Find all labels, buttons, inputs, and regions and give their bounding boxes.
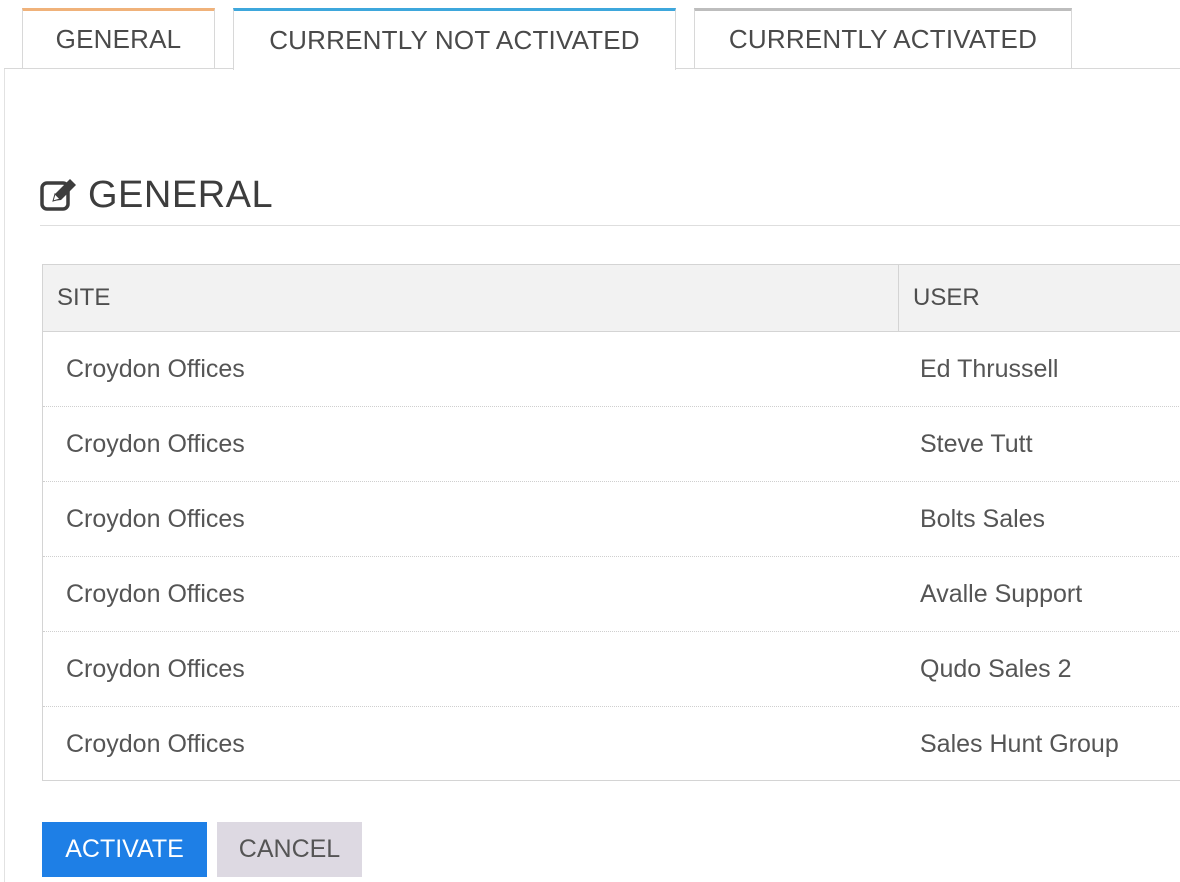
cell-user: Qudo Sales 2 bbox=[920, 654, 1072, 683]
section-divider bbox=[40, 225, 1180, 226]
cell-user: Avalle Support bbox=[920, 579, 1083, 608]
cell-site: Croydon Offices bbox=[66, 429, 245, 458]
tab-currently-activated-label: CURRENTLY ACTIVATED bbox=[728, 24, 1038, 54]
cell-user: Bolts Sales bbox=[920, 504, 1046, 533]
cell-user: Ed Thrussell bbox=[920, 354, 1059, 383]
table-row[interactable]: Croydon Offices Avalle Support bbox=[43, 557, 1180, 632]
table-row[interactable]: Croydon Offices Steve Tutt bbox=[43, 407, 1180, 482]
users-table: SITE USER Croydon Offices Ed Thrussell C… bbox=[42, 264, 1180, 781]
section-heading: GENERAL bbox=[40, 172, 273, 218]
table-header: SITE USER bbox=[43, 265, 1180, 332]
cell-site: Croydon Offices bbox=[66, 654, 245, 683]
tab-currently-not-activated-label: CURRENTLY NOT ACTIVATED bbox=[269, 25, 640, 55]
tab-currently-not-activated[interactable]: CURRENTLY NOT ACTIVATED bbox=[233, 8, 676, 70]
cell-site: Croydon Offices bbox=[66, 354, 245, 383]
cell-site: Croydon Offices bbox=[66, 579, 245, 608]
section-title: GENERAL bbox=[88, 173, 274, 216]
table-row[interactable]: Croydon Offices Sales Hunt Group bbox=[43, 707, 1180, 782]
cell-user: Steve Tutt bbox=[920, 429, 1033, 458]
panel-border bbox=[4, 69, 5, 882]
tab-general-label: GENERAL bbox=[55, 24, 182, 54]
cell-user: Sales Hunt Group bbox=[920, 729, 1119, 758]
column-header-site[interactable]: SITE bbox=[43, 265, 899, 331]
cell-site: Croydon Offices bbox=[66, 729, 245, 758]
tab-currently-activated[interactable]: CURRENTLY ACTIVATED bbox=[694, 8, 1072, 68]
cancel-button[interactable]: CANCEL bbox=[217, 822, 362, 877]
tab-bar: GENERAL CURRENTLY NOT ACTIVATED CURRENTL… bbox=[0, 0, 1180, 70]
tab-general[interactable]: GENERAL bbox=[22, 8, 215, 68]
edit-icon bbox=[40, 179, 76, 211]
table-row[interactable]: Croydon Offices Qudo Sales 2 bbox=[43, 632, 1180, 707]
table-row[interactable]: Croydon Offices Ed Thrussell bbox=[43, 332, 1180, 407]
column-header-user[interactable]: USER bbox=[899, 265, 1180, 331]
cell-site: Croydon Offices bbox=[66, 504, 245, 533]
activate-button[interactable]: ACTIVATE bbox=[42, 822, 207, 877]
table-row[interactable]: Croydon Offices Bolts Sales bbox=[43, 482, 1180, 557]
